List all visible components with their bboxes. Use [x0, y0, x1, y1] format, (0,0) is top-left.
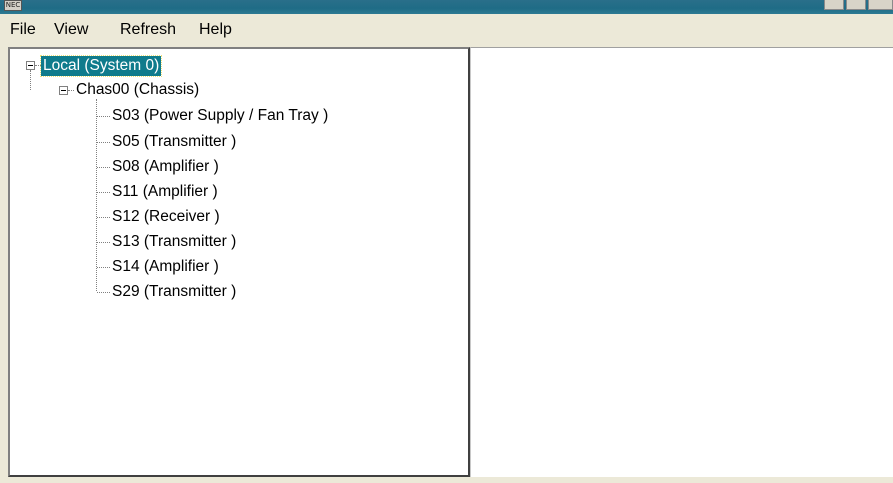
status-bar [0, 477, 893, 483]
tree-node-root[interactable]: Local (System 0) [39, 55, 163, 77]
menu-help[interactable]: Help [199, 21, 232, 39]
tree-connector [96, 99, 98, 291]
collapse-toggle-chassis[interactable] [59, 86, 68, 95]
tree-node-slot[interactable]: S11 (Amplifier ) [110, 182, 220, 202]
tree-connector [97, 267, 110, 269]
app-icon[interactable]: NEC [4, 0, 22, 11]
tree-connector [97, 292, 110, 294]
tree-connector [97, 217, 110, 219]
collapse-toggle-root[interactable] [26, 61, 35, 70]
menu-refresh[interactable]: Refresh [120, 21, 176, 39]
tree-node-slot[interactable]: S13 (Transmitter ) [110, 232, 238, 252]
tree-connector [97, 242, 110, 244]
tree-connector [30, 70, 32, 90]
tree-node-chassis[interactable]: Chas00 (Chassis) [74, 80, 201, 100]
title-bar[interactable]: NEC [0, 0, 893, 14]
menu-file[interactable]: File [10, 21, 36, 39]
tree-node-slot[interactable]: S29 (Transmitter ) [110, 282, 238, 302]
tree-view[interactable]: Local (System 0) Chas00 (Chassis) S03 (P… [8, 47, 470, 477]
tree-node-slot[interactable]: S12 (Receiver ) [110, 207, 222, 227]
tree-connector [97, 167, 110, 169]
detail-pane[interactable] [470, 47, 893, 477]
close-button[interactable] [868, 0, 893, 10]
tree-node-slot[interactable]: S05 (Transmitter ) [110, 132, 238, 152]
tree-connector [97, 142, 110, 144]
minimize-button[interactable] [824, 0, 844, 10]
tree-node-slot[interactable]: S14 (Amplifier ) [110, 257, 221, 277]
tree-node-slot[interactable]: S03 (Power Supply / Fan Tray ) [110, 106, 330, 126]
tree-connector [97, 192, 110, 194]
tree-node-slot[interactable]: S08 (Amplifier ) [110, 157, 221, 177]
tree-connector [97, 116, 110, 118]
maximize-button[interactable] [846, 0, 866, 10]
menu-view[interactable]: View [54, 21, 88, 39]
menu-bar: File View Refresh Help [0, 14, 893, 46]
app-window: NEC File View Refresh Help Local (System… [0, 0, 893, 483]
